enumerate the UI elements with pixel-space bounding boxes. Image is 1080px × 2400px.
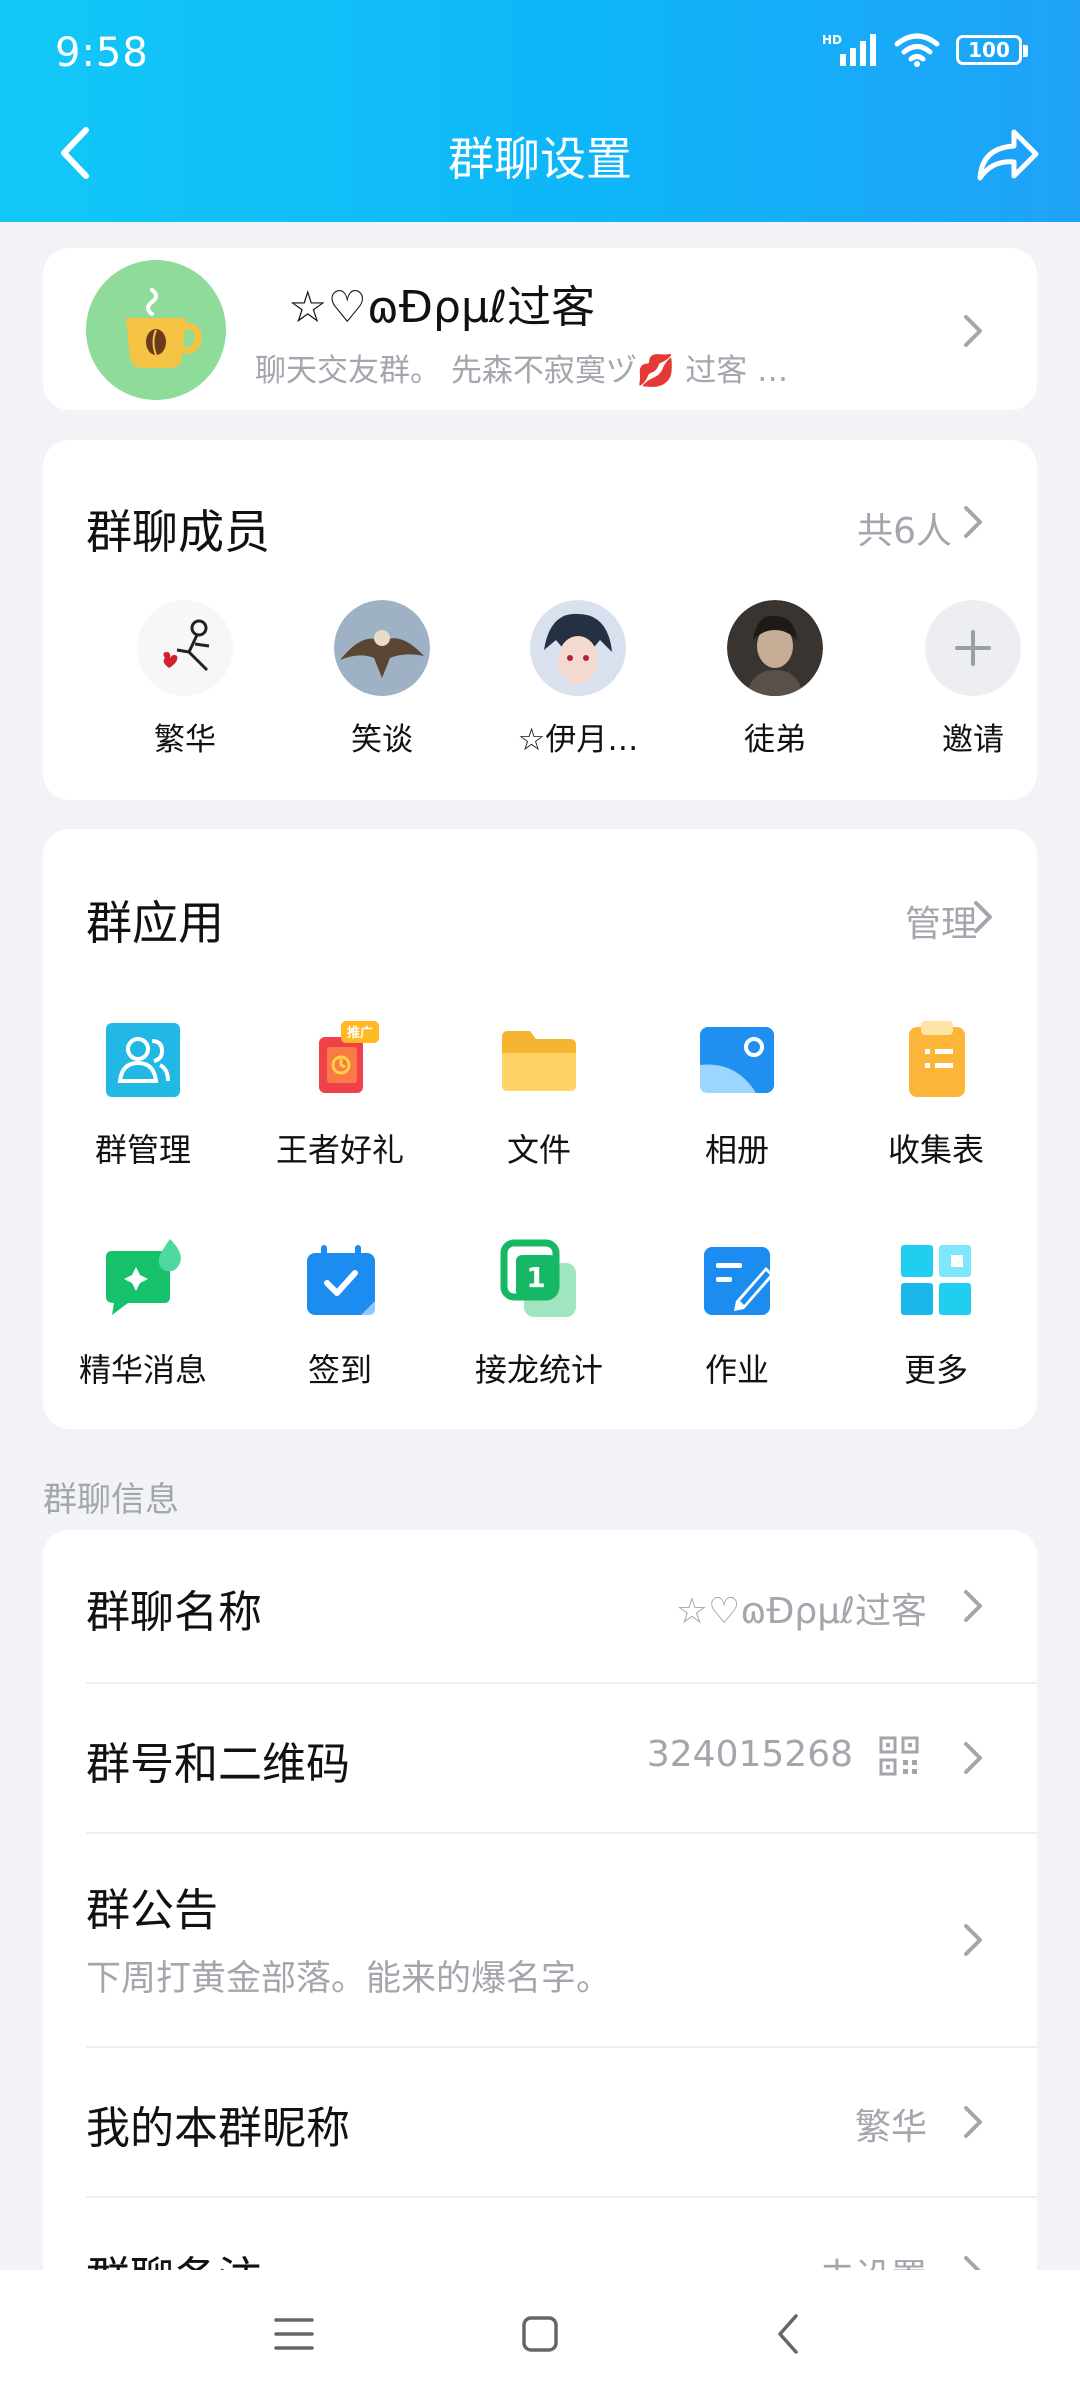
group-number-label: 群号和二维码 — [86, 1739, 350, 1790]
app-label: 作业 — [704, 1351, 769, 1389]
calendar-checkin-icon — [307, 1245, 375, 1315]
apps-manage[interactable]: 管理 — [905, 895, 977, 947]
member-item[interactable]: ☆伊月… — [498, 600, 658, 759]
clipboard-icon — [909, 1021, 965, 1097]
chevron-right-icon — [964, 1924, 982, 1956]
group-members-preview: 聊天交友群。 先森不寂寞ヅ💋 过客 … — [255, 353, 789, 389]
app-album[interactable]: 相册 — [637, 1019, 837, 1171]
app-label: 王者好礼 — [275, 1131, 404, 1169]
app-label: 签到 — [307, 1351, 372, 1389]
row-group-name[interactable]: 群聊名称 ☆♡ɷĐρμℓ过客 — [43, 1530, 1037, 1680]
promo-badge: 推广 — [347, 1025, 373, 1041]
group-manage-icon — [106, 1023, 180, 1097]
apps-title: 群应用 — [86, 896, 224, 950]
svg-text:1: 1 — [526, 1261, 545, 1294]
app-label: 收集表 — [887, 1131, 984, 1169]
group-notice-label: 群公告 — [86, 1885, 218, 1936]
group-notice-value: 下周打黄金部落。能来的爆名字。 — [86, 1959, 612, 1999]
group-profile-card[interactable]: ☆♡ɷĐρμℓ过客 聊天交友群。 先森不寂寞ヅ💋 过客 … — [43, 248, 1037, 410]
members-title: 群聊成员 — [86, 505, 270, 559]
app-homework[interactable]: 作业 — [637, 1239, 837, 1391]
group-name: ☆♡ɷĐρμℓ过客 — [288, 282, 596, 333]
invite-button[interactable]: 邀请 — [893, 600, 1053, 759]
app-essence-messages[interactable]: 精华消息 — [43, 1239, 243, 1391]
row-group-notice[interactable]: 群公告 下周打黄金部落。能来的爆名字。 — [43, 1832, 1037, 2046]
member-name: 笑谈 — [351, 722, 413, 758]
invite-label: 邀请 — [942, 722, 1004, 758]
chain-stats-icon: 1 — [500, 1239, 576, 1317]
member-item[interactable]: 笑谈 — [302, 600, 462, 759]
qr-code-icon — [879, 1736, 919, 1776]
cellular-signal-icon: HD — [822, 33, 876, 66]
member-avatar — [137, 600, 233, 696]
chevron-right-icon — [964, 1590, 982, 1622]
app-label: 接龙统计 — [474, 1351, 603, 1389]
chevron-right-icon — [964, 2106, 982, 2138]
group-name-value: ☆♡ɷĐρμℓ过客 — [675, 1591, 927, 1632]
my-nickname-label: 我的本群昵称 — [86, 2103, 350, 2154]
app-more[interactable]: 更多 — [836, 1239, 1036, 1391]
group-number-value: 324015268 — [646, 1734, 853, 1775]
info-section-label: 群聊信息 — [43, 1480, 179, 1520]
folder-icon — [502, 1031, 576, 1091]
chevron-right-icon — [964, 1742, 982, 1774]
row-group-number[interactable]: 群号和二维码 324015268 — [43, 1682, 1037, 1832]
home-icon[interactable] — [518, 2312, 562, 2356]
member-name: ☆伊月… — [517, 722, 639, 758]
group-apps-card: 群应用 管理 群管理 推广 王者好礼 文件 相册 收集表 精华消息 签到 1 接… — [43, 829, 1037, 1429]
members-card: 群聊成员 共6人 繁华 笑谈 ☆伊月… 徒弟 邀请 — [43, 440, 1037, 800]
back-nav-icon[interactable] — [766, 2312, 810, 2356]
app-gift[interactable]: 推广 王者好礼 — [240, 1019, 440, 1171]
wifi-icon — [894, 33, 940, 67]
network-type: HD — [822, 33, 842, 47]
app-label: 相册 — [704, 1131, 769, 1169]
status-icons: HD 100 — [822, 32, 1028, 68]
system-navigation-bar — [0, 2270, 1080, 2400]
essence-message-icon — [106, 1239, 181, 1315]
share-button[interactable] — [970, 120, 1042, 190]
homework-icon — [704, 1247, 774, 1315]
group-avatar — [86, 260, 226, 400]
chevron-right-icon[interactable] — [961, 502, 985, 542]
app-checkin[interactable]: 签到 — [240, 1239, 440, 1391]
member-avatar — [334, 600, 430, 696]
more-grid-icon — [901, 1245, 971, 1315]
app-collection-form[interactable]: 收集表 — [836, 1019, 1036, 1171]
menu-icon[interactable] — [272, 2312, 316, 2356]
members-count[interactable]: 共6人 — [857, 502, 952, 554]
app-group-manage[interactable]: 群管理 — [43, 1019, 243, 1171]
group-name-label: 群聊名称 — [86, 1587, 262, 1638]
app-label: 精华消息 — [78, 1351, 207, 1389]
app-chain-stats[interactable]: 1 接龙统计 — [439, 1239, 639, 1391]
row-my-nickname[interactable]: 我的本群昵称 繁华 — [43, 2046, 1037, 2196]
member-avatar — [530, 600, 626, 696]
gift-icon: 推广 — [319, 1021, 379, 1093]
battery-icon: 100 — [956, 35, 1028, 65]
plus-icon — [925, 600, 1021, 696]
album-icon — [700, 1027, 774, 1093]
app-label: 群管理 — [94, 1131, 191, 1169]
member-avatar — [727, 600, 823, 696]
member-name: 繁华 — [154, 722, 216, 758]
chevron-right-icon[interactable] — [971, 897, 995, 937]
member-item[interactable]: 徒弟 — [695, 600, 855, 759]
chevron-right-icon — [964, 315, 982, 347]
app-label: 更多 — [903, 1351, 968, 1389]
my-nickname-value: 繁华 — [854, 2107, 927, 2148]
app-header: 9:58 HD 100 群聊设置 — [0, 0, 1080, 222]
member-name: 徒弟 — [744, 722, 806, 758]
app-files[interactable]: 文件 — [439, 1019, 639, 1171]
app-label: 文件 — [506, 1131, 571, 1169]
member-item[interactable]: 繁华 — [105, 600, 265, 759]
page-title: 群聊设置 — [448, 132, 632, 186]
status-time: 9:58 — [55, 30, 149, 76]
